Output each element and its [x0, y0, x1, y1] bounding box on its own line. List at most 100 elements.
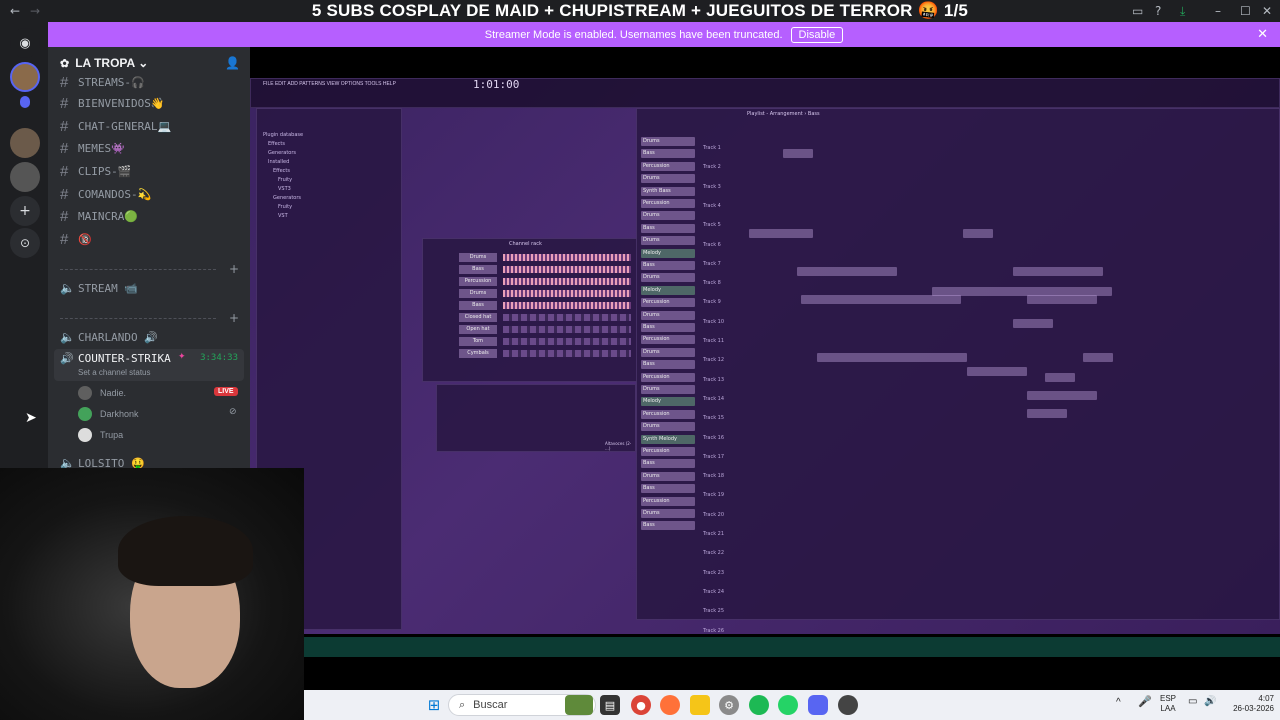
- channel-rack-row: Drums: [429, 289, 633, 299]
- pattern-item: Drums: [641, 174, 695, 184]
- download-icon[interactable]: ⤓: [1180, 4, 1185, 19]
- channel-rack-label: Tom: [459, 337, 497, 346]
- browser-item: Installed: [268, 159, 290, 165]
- pattern-item: Bass: [641, 223, 695, 233]
- microphone-icon[interactable]: 🎤: [1138, 697, 1152, 708]
- playlist-clip: [817, 353, 967, 362]
- browser-item: Plugin database: [263, 132, 304, 138]
- pattern-item: Drums: [641, 347, 695, 357]
- channel-label: LOLSITO 🤑: [78, 456, 145, 469]
- browser-item: VST3: [278, 186, 291, 192]
- spotify-icon[interactable]: [749, 695, 769, 715]
- volume-icon[interactable]: 🔊: [1204, 697, 1216, 707]
- channel-label: STREAM 📹: [78, 281, 139, 295]
- channel-comandos[interactable]: # COMANDOS-💫: [60, 184, 246, 204]
- channel-status[interactable]: Set a channel status: [78, 368, 151, 377]
- voice-timer: 3:34:33: [200, 353, 238, 363]
- voice-member[interactable]: Darkhonk: [78, 405, 139, 423]
- add-server-icon[interactable]: +: [10, 196, 40, 226]
- track-header: Track 21: [703, 531, 725, 537]
- channel-streams[interactable]: # STREAMS-🎧: [60, 72, 246, 92]
- disable-streamer-mode-button[interactable]: Disable: [790, 26, 844, 43]
- inbox-icon[interactable]: ▭: [1132, 4, 1143, 18]
- channel-maincra[interactable]: # MAINCRA🟢: [60, 206, 246, 226]
- pattern-item: Drums: [641, 471, 695, 481]
- channel-rack-row: Closed hat: [429, 313, 633, 323]
- browser-list: Plugin database Effects Generators Installe…: [263, 131, 303, 221]
- active-channel-name: COUNTER-STRIKA: [78, 352, 171, 365]
- pattern-item: Percussion: [641, 199, 695, 208]
- chrome-icon[interactable]: ●: [631, 695, 651, 715]
- channel-rack-waveform: [503, 314, 631, 321]
- channel-bienvenidos[interactable]: # BIENVENIDOS👋: [60, 93, 246, 113]
- webcam-hair: [118, 516, 253, 586]
- pattern-item: Melody: [641, 397, 695, 407]
- track-header: Track 17: [703, 453, 725, 460]
- voice-channel-charlando[interactable]: 🔈 CHARLANDO 🔊: [60, 327, 246, 347]
- widgets-icon[interactable]: [565, 695, 593, 715]
- channel-rack-label: Bass: [459, 301, 497, 310]
- active-voice-channel[interactable]: 🔊 COUNTER-STRIKA ✦ 3:34:33 Set a channel…: [54, 349, 244, 381]
- pattern-item: Drums: [641, 385, 695, 394]
- fl-mixer: Altavoces (2- ...): [436, 384, 636, 452]
- minimize-button[interactable]: –: [1215, 4, 1221, 18]
- sparkle-icon: ✦: [178, 352, 186, 362]
- channel-clips[interactable]: # CLIPS-🎬: [60, 161, 246, 181]
- forward-arrow-icon[interactable]: →: [30, 4, 40, 18]
- voice-member[interactable]: Nadie.: [78, 384, 126, 402]
- track-header: Track 25: [703, 608, 725, 615]
- pattern-item: Bass: [641, 459, 695, 469]
- close-button[interactable]: ✕: [1262, 4, 1272, 18]
- live-badge: LIVE: [214, 387, 238, 396]
- folder-icon[interactable]: [20, 96, 30, 108]
- track-header: Track 3: [703, 183, 721, 190]
- mixer-label: Altavoces (2- ...): [605, 441, 632, 451]
- hash-icon: #: [60, 117, 69, 135]
- whatsapp-icon[interactable]: [778, 695, 798, 715]
- back-arrow-icon[interactable]: ←: [10, 4, 20, 18]
- discord-taskbar-icon[interactable]: [808, 695, 828, 715]
- firefox-icon[interactable]: [660, 695, 680, 715]
- track-header: Track 24: [703, 588, 725, 595]
- add-channel-icon[interactable]: +: [229, 262, 239, 276]
- discord-home-icon[interactable]: ◉: [10, 28, 40, 58]
- file-explorer-icon[interactable]: [690, 695, 710, 715]
- fl-menu: FILE EDIT ADD PATTERNS VIEW OPTIONS TOOL…: [263, 81, 396, 87]
- channel-rack-label: Drums: [459, 289, 497, 298]
- channel-rack-waveform: [503, 278, 631, 285]
- voice-member[interactable]: Trupa: [78, 426, 123, 444]
- channel-memes[interactable]: # MEMES👾: [60, 138, 246, 158]
- language-indicator[interactable]: ESP LAA: [1156, 694, 1180, 714]
- pattern-item: Drums: [641, 236, 695, 246]
- channel-label: COMANDOS-💫: [78, 187, 152, 201]
- fl-channel-rack: Channel rack Drums Bass Percussion Drums Bas…: [422, 238, 638, 382]
- banner-text: Streamer Mode is enabled. Usernames have…: [484, 28, 783, 41]
- help-icon[interactable]: ?: [1155, 4, 1161, 18]
- track-header: Track 26: [703, 627, 725, 634]
- discover-icon[interactable]: ⊙: [10, 228, 40, 258]
- track-header: Track 11: [703, 338, 725, 344]
- obs-icon[interactable]: [838, 695, 858, 715]
- voice-channel-stream[interactable]: 🔈 STREAM 📹: [60, 278, 246, 298]
- stream-title: 5 SUBS COSPLAY DE MAID + CHUPISTREAM + J…: [311, 1, 969, 20]
- channel-rack-label: Drums: [459, 253, 497, 262]
- add-member-icon[interactable]: 👤: [225, 56, 240, 70]
- display-icon[interactable]: ▭: [1188, 697, 1197, 707]
- channel-nsfw[interactable]: # 🔞: [60, 229, 246, 249]
- pattern-item: Drums: [641, 273, 695, 283]
- windows-start-icon[interactable]: ⊞: [424, 695, 444, 715]
- add-channel-icon[interactable]: +: [229, 311, 239, 325]
- tray-chevron-up-icon[interactable]: ^: [1116, 698, 1121, 708]
- channel-chat-general[interactable]: # CHAT-GENERAL💻: [60, 116, 246, 136]
- server-avatar-2[interactable]: [10, 128, 40, 158]
- maximize-button[interactable]: ☐: [1240, 4, 1251, 18]
- task-view-icon[interactable]: ▤: [600, 695, 620, 715]
- stream-video[interactable]: FILE EDIT ADD PATTERNS VIEW OPTIONS TOOL…: [250, 78, 1280, 634]
- clock[interactable]: 4:07 26-03-2026: [1222, 694, 1274, 714]
- server-avatar-3[interactable]: [10, 162, 40, 192]
- banner-close-icon[interactable]: ✕: [1257, 26, 1268, 42]
- voice-channel-lolsito[interactable]: 🔈 LOLSITO 🤑: [60, 453, 246, 468]
- pattern-item: Bass: [641, 323, 695, 332]
- server-avatar-la-tropa[interactable]: [10, 62, 40, 92]
- settings-icon[interactable]: ⚙: [719, 695, 739, 715]
